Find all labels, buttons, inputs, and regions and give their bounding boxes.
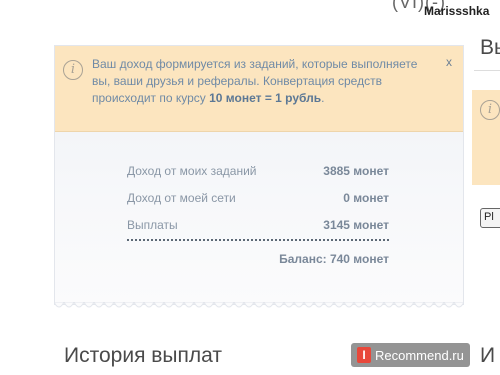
stat-label: Доход от моих заданий [127, 164, 257, 178]
balance-value: Баланс: 740 монет [279, 252, 389, 266]
info-icon: i [63, 60, 83, 80]
irecommend-logo-icon: I [357, 347, 371, 363]
right-action-button[interactable]: Pl [480, 208, 500, 228]
watermark-text: Recommend.ru [375, 347, 464, 363]
income-stats: Доход от моих заданий 3885 монет Доход о… [127, 164, 389, 266]
stat-label: Доход от моей сети [127, 191, 236, 205]
income-notice: i Ваш доход формируется из заданий, кото… [55, 46, 463, 132]
stat-row-tasks: Доход от моих заданий 3885 монет [127, 164, 389, 191]
payout-history-title: История выплат [64, 344, 222, 367]
income-card: i Ваш доход формируется из заданий, кото… [54, 45, 464, 305]
info-icon: i [480, 100, 500, 120]
right-heading: Вы [480, 36, 500, 59]
stat-value: 0 монет [343, 191, 389, 205]
stat-label: Выплаты [127, 218, 178, 232]
stat-value: 3145 монет [323, 218, 389, 232]
stat-row-network: Доход от моей сети 0 монет [127, 191, 389, 218]
notice-text: Ваш доход формируется из заданий, которы… [92, 56, 438, 107]
right-bottom-heading: И [480, 344, 496, 367]
notice-rate: 10 монет = 1 рубль [209, 91, 322, 105]
close-notice-button[interactable]: x [446, 55, 452, 69]
irecommend-watermark: I Recommend.ru [351, 343, 470, 367]
right-divider [474, 70, 500, 71]
right-notice: i [472, 90, 500, 185]
username-label[interactable]: Marissshka [424, 4, 489, 18]
card-scalloped-edge [54, 302, 464, 308]
stat-value: 3885 монет [323, 164, 389, 178]
notice-text-end: . [321, 91, 325, 105]
